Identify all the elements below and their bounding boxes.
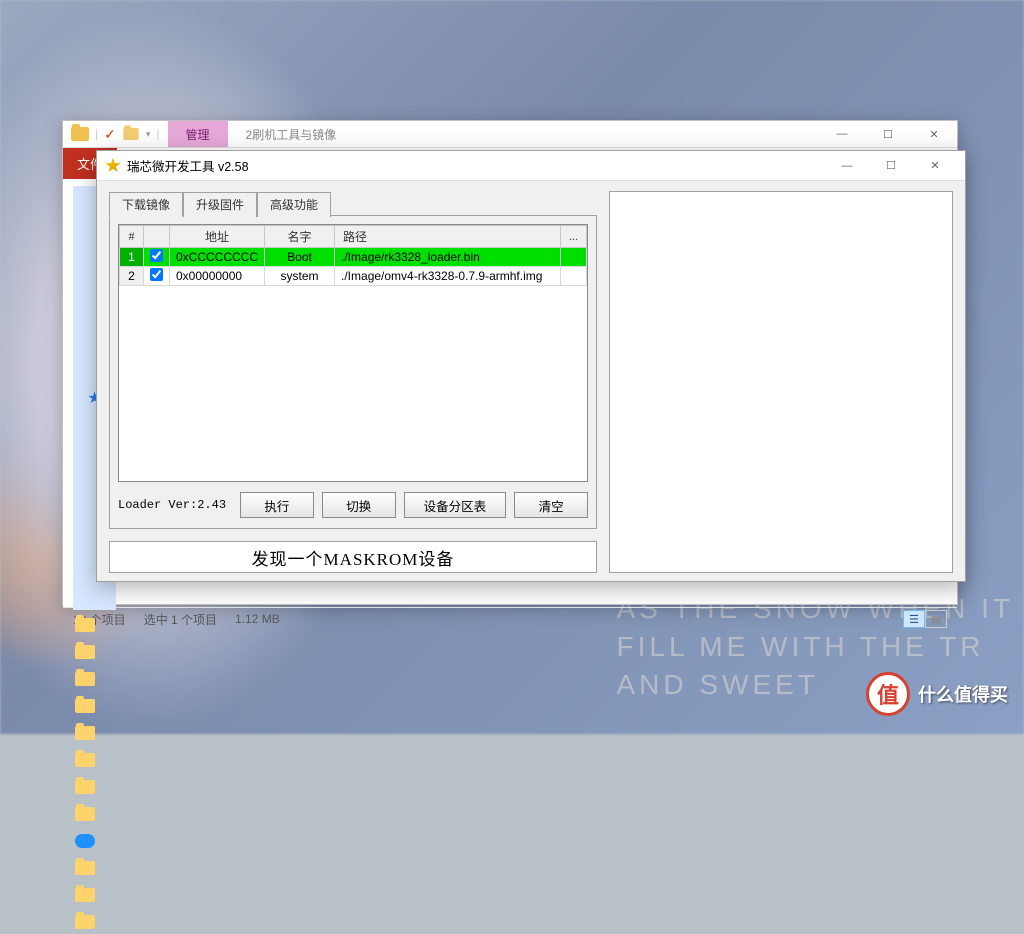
sidebar-item[interactable]	[73, 802, 96, 826]
selected-size: 1.12 MB	[235, 612, 280, 626]
minimize-button[interactable]: —	[825, 152, 869, 180]
maximize-button[interactable]: ☐	[869, 152, 913, 180]
explorer-statusbar: 12 个项目 选中 1 个项目 1.12 MB ☰ ▦	[63, 607, 957, 630]
divider: |	[95, 127, 98, 141]
chevron-down-icon[interactable]: ▾	[146, 129, 151, 140]
details-view-icon[interactable]: ☰	[903, 610, 925, 628]
row-more[interactable]	[561, 267, 587, 286]
watermark-text: 什么值得买	[918, 681, 1008, 707]
close-button[interactable]: ✕	[911, 121, 957, 148]
quick-access-toolbar[interactable]: | ✓ ▾ |	[63, 121, 168, 147]
table-row[interactable]: 2 0x00000000system./Image/omv4-rk3328-0.7…	[120, 267, 587, 286]
row-checkbox[interactable]	[144, 267, 170, 286]
col-num[interactable]: #	[120, 226, 144, 248]
col-more[interactable]: ...	[561, 226, 587, 248]
partition-table[interactable]: # 地址 名字 路径 ... 1 0xCCCCCCCCBoot./Image/rk…	[118, 224, 588, 482]
tab-bar: 下载镜像 升级固件 高级功能	[109, 191, 597, 216]
row-name[interactable]: Boot	[265, 248, 335, 267]
switch-button[interactable]: 切换	[322, 492, 396, 518]
ribbon-tab-manage[interactable]: 管理	[168, 121, 228, 147]
sidebar-item[interactable]	[73, 775, 96, 799]
tab-download[interactable]: 下载镜像	[109, 192, 183, 217]
rkdevtool-window: 瑞芯微开发工具 v2.58 — ☐ ✕ 下载镜像 升级固件 高级功能 # 地址	[96, 150, 966, 582]
window-title: 2刷机工具与镜像	[228, 121, 819, 147]
row-name[interactable]: system	[265, 267, 335, 286]
onedrive-icon[interactable]	[73, 829, 96, 853]
maximize-button[interactable]: ☐	[865, 121, 911, 148]
devtool-title: 瑞芯微开发工具 v2.58	[127, 156, 825, 175]
row-path[interactable]: ./Image/rk3328_loader.bin	[335, 248, 561, 267]
row-address[interactable]: 0xCCCCCCCC	[170, 248, 265, 267]
partition-button[interactable]: 设备分区表	[404, 492, 507, 518]
loader-version: Loader Ver:2.43	[118, 498, 232, 512]
execute-button[interactable]: 执行	[240, 492, 314, 518]
col-path[interactable]: 路径	[335, 226, 561, 248]
folder-icon	[71, 127, 89, 141]
explorer-titlebar: | ✓ ▾ | 管理 2刷机工具与镜像 — ☐ ✕	[63, 121, 957, 148]
watermark-badge-icon: 值	[866, 672, 910, 716]
row-address[interactable]: 0x00000000	[170, 267, 265, 286]
row-path[interactable]: ./Image/omv4-rk3328-0.7.9-armhf.img	[335, 267, 561, 286]
tab-upgrade[interactable]: 升级固件	[183, 192, 257, 217]
sidebar-item[interactable]	[73, 667, 96, 691]
col-name[interactable]: 名字	[265, 226, 335, 248]
row-more[interactable]	[561, 248, 587, 267]
tiles-view-icon[interactable]: ▦	[925, 610, 947, 628]
app-icon	[105, 158, 121, 174]
col-address[interactable]: 地址	[170, 226, 265, 248]
row-index: 2	[120, 267, 144, 286]
tab-advanced[interactable]: 高级功能	[257, 192, 331, 217]
check-icon: ✓	[104, 126, 116, 143]
divider: |	[156, 127, 159, 141]
table-row[interactable]: 1 0xCCCCCCCCBoot./Image/rk3328_loader.bin	[120, 248, 587, 267]
row-index: 1	[120, 248, 144, 267]
sidebar-item[interactable]	[73, 640, 96, 664]
site-watermark: 值 什么值得买	[866, 672, 1008, 716]
sidebar-item[interactable]	[73, 856, 96, 880]
selected-count: 选中 1 个项目	[144, 611, 217, 628]
row-checkbox[interactable]	[144, 248, 170, 267]
folder-icon	[123, 128, 138, 140]
log-panel[interactable]	[609, 191, 953, 573]
window-controls: — ☐ ✕	[819, 121, 957, 147]
device-status: 发现一个MASKROM设备	[109, 541, 597, 573]
close-button[interactable]: ✕	[913, 152, 957, 180]
sidebar-item[interactable]	[73, 883, 96, 907]
sidebar-item[interactable]	[73, 910, 96, 934]
devtool-titlebar[interactable]: 瑞芯微开发工具 v2.58 — ☐ ✕	[97, 151, 965, 181]
sidebar-item[interactable]	[73, 721, 96, 745]
clear-button[interactable]: 清空	[514, 492, 588, 518]
col-check[interactable]	[144, 226, 170, 248]
sidebar-item[interactable]	[73, 694, 96, 718]
sidebar-item[interactable]	[73, 748, 96, 772]
download-panel: # 地址 名字 路径 ... 1 0xCCCCCCCCBoot./Image/rk…	[109, 215, 597, 529]
minimize-button[interactable]: —	[819, 121, 865, 148]
